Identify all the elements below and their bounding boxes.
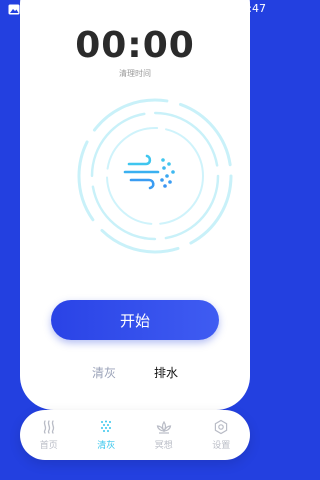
- nav-item-settings[interactable]: 设置: [198, 419, 244, 451]
- main-card: 00:00 清理时间: [20, 0, 250, 410]
- nav-item-home[interactable]: 首页: [26, 419, 72, 451]
- timer-caption: 清理时间: [119, 69, 151, 78]
- start-button-label: 开始: [119, 311, 150, 330]
- outer-ring: [77, 98, 233, 254]
- mode-water-drain[interactable]: 排水: [154, 364, 178, 384]
- timer-display: 00:00: [75, 25, 195, 66]
- nav-item-meditation[interactable]: 冥想: [141, 419, 187, 451]
- lotus-icon: [156, 420, 171, 434]
- start-button[interactable]: 开始: [51, 300, 219, 340]
- mode-toggle: 清灰 排水: [20, 364, 250, 384]
- nav-item-dust[interactable]: 清灰: [83, 419, 129, 451]
- inner-ring: [106, 127, 204, 225]
- progress-rings: [77, 98, 233, 254]
- nav-label-meditation: 冥想: [154, 441, 173, 451]
- nav-label-home: 首页: [39, 441, 58, 451]
- gallery-icon: [8, 4, 20, 15]
- middle-ring: [90, 111, 220, 241]
- wind-icon: [123, 154, 175, 190]
- home-waves-icon: [43, 420, 54, 434]
- gear-icon: [215, 419, 228, 435]
- mode-dust-removal[interactable]: 清灰: [92, 364, 116, 384]
- dust-dots-icon: [101, 420, 112, 432]
- bottom-nav: 首页 清灰 冥想 设置: [20, 410, 250, 460]
- nav-label-settings: 设置: [212, 441, 231, 451]
- nav-label-dust: 清灰: [97, 441, 116, 451]
